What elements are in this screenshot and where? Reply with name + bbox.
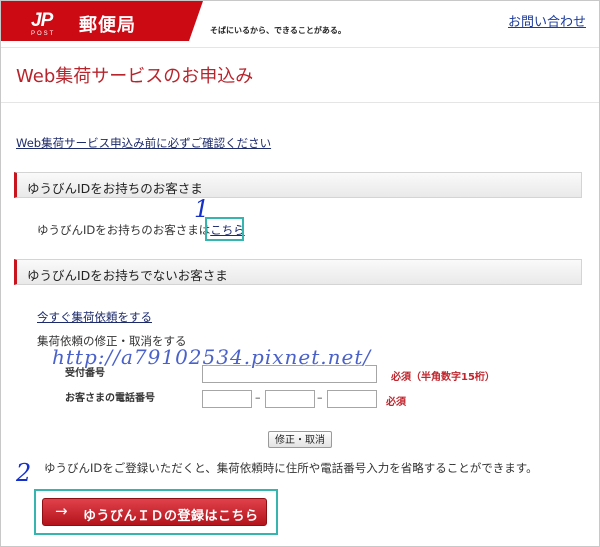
arrow-right-icon: → <box>55 502 68 520</box>
phone-separator: – <box>255 391 261 404</box>
phone-exchange-input[interactable] <box>265 390 315 408</box>
page-title: Web集荷サービスのお申込み <box>16 66 254 87</box>
phone-area-code-input[interactable] <box>202 390 252 408</box>
modify-cancel-button[interactable]: 修正・取消 <box>268 431 332 448</box>
receipt-required-note: 必須（半角数字15桁） <box>391 372 495 383</box>
register-button-label: ゆうびんＩＤの登録はこちら <box>83 509 259 524</box>
brand-band: JP POST 郵便局 <box>1 1 203 41</box>
divider <box>1 102 599 103</box>
tagline: そばにいるから、できることがある。 <box>210 26 346 35</box>
step-1-annotation: 1 <box>194 195 210 223</box>
with-id-prefix: ゆうびんIDをお持ちのお客さまは <box>37 223 211 237</box>
phone-separator: – <box>317 391 323 404</box>
watermark-url: http://a79102534.pixnet.net/ <box>52 345 372 369</box>
divider <box>1 47 599 48</box>
section-header-without-id: ゆうびんIDをお持ちでないお客さま <box>14 259 582 285</box>
brand-name: 郵便局 <box>79 15 136 36</box>
request-pickup-link[interactable]: 今すぐ集荷依頼をする <box>37 309 152 325</box>
contact-link[interactable]: お問い合わせ <box>508 11 586 30</box>
registration-info-text: ゆうびんIDをご登録いただくと、集荷依頼時に住所や電話番号入力を省略することがで… <box>44 461 538 475</box>
phone-number-label: お客さまの電話番号 <box>65 393 155 404</box>
step-2-annotation: 2 <box>16 459 32 487</box>
section-title: ゆうびんIDをお持ちでないお客さま <box>27 268 228 283</box>
phone-subscriber-input[interactable] <box>327 390 377 408</box>
section-header-with-id: ゆうびんIDをお持ちのお客さま <box>14 172 582 198</box>
section-title: ゆうびんIDをお持ちのお客さま <box>27 181 203 196</box>
logo-mark: JP <box>31 10 53 31</box>
jp-post-logo[interactable]: JP POST <box>31 11 71 37</box>
confirm-before-apply-link[interactable]: Web集荷サービス申込み前に必ずご確認ください <box>16 135 271 151</box>
logo-sub: POST <box>31 31 56 37</box>
register-yubin-id-button[interactable]: → ゆうびんＩＤの登録はこちら <box>42 498 267 526</box>
highlight-box-step1 <box>205 217 244 241</box>
phone-required-note: 必須 <box>386 397 406 408</box>
